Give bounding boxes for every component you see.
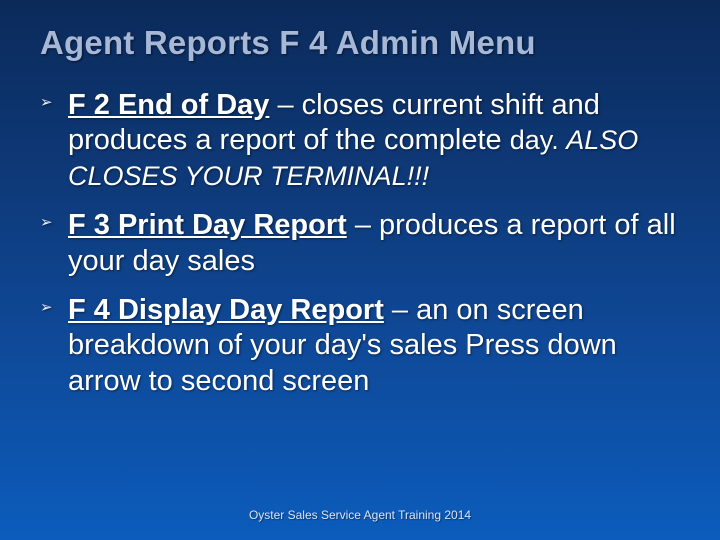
list-item: F 2 End of Day – closes current shift an… (40, 88, 680, 194)
bullet-heading: F 2 End of Day (68, 89, 269, 121)
list-item: F 4 Display Day Report – an on screen br… (40, 293, 680, 399)
bullet-heading: F 3 Print Day Report (68, 209, 347, 241)
slide: Agent Reports F 4 Admin Menu F 2 End of … (0, 0, 720, 540)
slide-title: Agent Reports F 4 Admin Menu (40, 24, 680, 62)
list-item: F 3 Print Day Report – produces a report… (40, 208, 680, 279)
bullet-heading: F 4 Display Day Report (68, 294, 384, 326)
footer-text: Oyster Sales Service Agent Training 2014 (0, 508, 720, 522)
bullet-text-small: day. (510, 125, 567, 155)
bullet-list: F 2 End of Day – closes current shift an… (40, 88, 680, 399)
